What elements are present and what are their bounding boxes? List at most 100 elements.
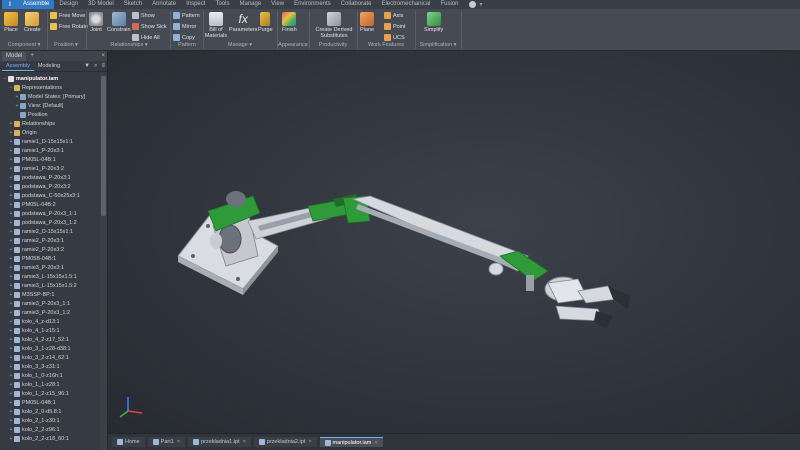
- tree-item[interactable]: + ramie1_P-20x3:1: [0, 146, 100, 155]
- tree-item[interactable]: Position: [0, 110, 100, 119]
- close-icon[interactable]: ×: [177, 437, 180, 447]
- document-tab[interactable]: przekladnia1.ipt ×: [188, 437, 251, 447]
- tree-item[interactable]: + kolo_4_z-d13:1: [0, 317, 100, 326]
- show-sick-button[interactable]: Show Sick: [132, 23, 167, 30]
- joint-button[interactable]: Joint: [89, 12, 103, 33]
- constrain-button[interactable]: Constrain: [107, 12, 131, 33]
- tree-item[interactable]: + kolo_1_1-z28:1: [0, 380, 100, 389]
- tab-assembly[interactable]: Assembly: [2, 61, 34, 71]
- parameters-button[interactable]: fx Parameters: [229, 12, 257, 33]
- tree-item[interactable]: + kolo_2_0-d5.8:1: [0, 407, 100, 416]
- show-button[interactable]: Show: [132, 12, 155, 19]
- tree-item[interactable]: + kolo_3_2-z14_62:1: [0, 353, 100, 362]
- filter-icon[interactable]: ▼: [84, 63, 90, 70]
- ribbon-tab-environments[interactable]: Environments: [289, 0, 336, 9]
- tree-item[interactable]: + kolo_4_2-z17_52:1: [0, 335, 100, 344]
- pattern-button[interactable]: Pattern: [173, 12, 200, 19]
- ribbon-tab-design[interactable]: Design: [54, 0, 83, 9]
- tree-item[interactable]: + PM05L-04B:1: [0, 398, 100, 407]
- menu-icon[interactable]: ≡: [101, 63, 105, 70]
- bill-of-materials-button[interactable]: Bill of Materials: [205, 12, 227, 39]
- purge-button[interactable]: Purge: [258, 12, 273, 33]
- tree-item[interactable]: + kolo_3_1-z28-d38:1: [0, 344, 100, 353]
- tree-item[interactable]: + ramie3_P-20x3_1:1: [0, 299, 100, 308]
- tree-item[interactable]: + podstawa_P-20x3_1:2: [0, 218, 100, 227]
- axis-button[interactable]: Axis: [384, 12, 403, 19]
- ribbon-tab-tools[interactable]: Tools: [210, 0, 234, 9]
- tree-item[interactable]: − manipulator.iam: [0, 74, 100, 83]
- tree-item[interactable]: + Relationships: [0, 119, 100, 128]
- plane-button[interactable]: Plane: [360, 12, 374, 33]
- ribbon-tab-manage[interactable]: Manage: [234, 0, 266, 9]
- place-button[interactable]: Place: [4, 12, 18, 33]
- search-icon[interactable]: ⌕: [94, 63, 97, 70]
- tree-item[interactable]: + ramie1_P-20x3:2: [0, 164, 100, 173]
- group-simplification-label[interactable]: Simplification ▾: [416, 42, 460, 50]
- ucs-button[interactable]: UCS: [384, 34, 405, 41]
- close-icon[interactable]: ×: [243, 437, 246, 447]
- base-motor[interactable]: [218, 224, 242, 254]
- tree-item[interactable]: + kolo_1_2-z15_96:1: [0, 389, 100, 398]
- wrist-joint[interactable]: [488, 262, 504, 276]
- chevron-down-icon[interactable]: ▾: [479, 1, 482, 8]
- tree-item[interactable]: + kolo_4_1-z15:1: [0, 326, 100, 335]
- group-manage-label[interactable]: Manage ▾: [204, 42, 276, 50]
- tree-item[interactable]: + kolo_2_2-z96:1: [0, 425, 100, 434]
- group-position-label[interactable]: Position ▾: [48, 42, 84, 50]
- tree-item[interactable]: + View: [Default]: [0, 101, 100, 110]
- simplify-button[interactable]: Simplify: [424, 12, 443, 33]
- app-menu-button[interactable]: I: [2, 0, 18, 9]
- tree-item[interactable]: + PM05L-04B:1: [0, 155, 100, 164]
- tree-item[interactable]: + ramie1_D-15x15x1:1: [0, 137, 100, 146]
- joint-motor[interactable]: [226, 191, 246, 207]
- tree-item[interactable]: + ramie3_L-15x15x1.5:1: [0, 272, 100, 281]
- tree-item[interactable]: + ramie2_P-20x3:1: [0, 236, 100, 245]
- ribbon-tab-inspect[interactable]: Inspect: [181, 0, 210, 9]
- document-tab[interactable]: Part1 ×: [147, 437, 186, 447]
- ribbon-tab-electromechanical[interactable]: Electromechanical: [376, 0, 435, 9]
- tree-item[interactable]: + kolo_2_1-z30:1: [0, 416, 100, 425]
- hide-all-button[interactable]: Hide All: [132, 34, 160, 41]
- tree-item[interactable]: − Representations: [0, 83, 100, 92]
- close-icon[interactable]: ×: [308, 437, 311, 447]
- tree-item[interactable]: + PM05L-04B:2: [0, 200, 100, 209]
- gear-icon[interactable]: [469, 1, 477, 8]
- tree-item[interactable]: + ramie3_P-20x3:1: [0, 263, 100, 272]
- finish-button[interactable]: Finish: [282, 12, 297, 33]
- document-tab[interactable]: manipulator.iam ×: [319, 437, 383, 448]
- document-tab[interactable]: Home: [112, 437, 145, 447]
- group-component-label[interactable]: Component ▾: [2, 42, 46, 50]
- point-button[interactable]: Point: [384, 23, 406, 30]
- tree-item[interactable]: + Model States: [Primary]: [0, 92, 100, 101]
- tree-item[interactable]: + Origin: [0, 128, 100, 137]
- tree-item[interactable]: + podstawa_P-20x3_1:1: [0, 209, 100, 218]
- close-icon[interactable]: ×: [374, 438, 377, 448]
- browser-scrollbar[interactable]: [100, 74, 107, 450]
- tree-item[interactable]: + ramie3_L-15x15x1.5:2: [0, 281, 100, 290]
- free-rotate-button[interactable]: Free Rotate: [50, 23, 88, 30]
- group-relationships-label[interactable]: Relationships ▾: [90, 42, 168, 50]
- ribbon-tab-assemble[interactable]: Assemble: [18, 0, 55, 9]
- ribbon-tab-collaborate[interactable]: Collaborate: [336, 0, 377, 9]
- tree-item[interactable]: + ramie2_P-20x3:2: [0, 245, 100, 254]
- free-move-button[interactable]: Free Move: [50, 12, 85, 19]
- tree-item[interactable]: + kolo_3_3-z31:1: [0, 362, 100, 371]
- browser-title[interactable]: Model: [2, 51, 27, 61]
- ribbon-tab-3d-model[interactable]: 3D Model: [83, 0, 119, 9]
- tree-item[interactable]: + ramie2_D-15x15x1:1: [0, 227, 100, 236]
- ribbon-tab-fusion[interactable]: Fusion: [435, 0, 463, 9]
- tab-modeling[interactable]: Modeling: [34, 61, 64, 71]
- tree-item[interactable]: + kolo_1_0-z16h:1: [0, 371, 100, 380]
- ribbon-tab-annotate[interactable]: Annotate: [147, 0, 181, 9]
- tree-item[interactable]: + kolo_2_2-z18_60:1: [0, 434, 100, 443]
- close-browser-icon[interactable]: ×: [101, 53, 105, 59]
- tree-item[interactable]: + podstawa_P-20x3:2: [0, 182, 100, 191]
- copy-button[interactable]: Copy: [173, 34, 195, 41]
- create-derived-substitutes-button[interactable]: Create Derived Substitutes: [312, 12, 356, 39]
- tree-item[interactable]: + podstawa_P-20x3:1: [0, 173, 100, 182]
- tree-item[interactable]: + PM05B-04B:1: [0, 254, 100, 263]
- tree-item[interactable]: + ramie3_P-20x3_1:2: [0, 308, 100, 317]
- mirror-button[interactable]: Mirror: [173, 23, 196, 30]
- manipulator-model[interactable]: [108, 51, 800, 433]
- ribbon-tab-view[interactable]: View: [266, 0, 289, 9]
